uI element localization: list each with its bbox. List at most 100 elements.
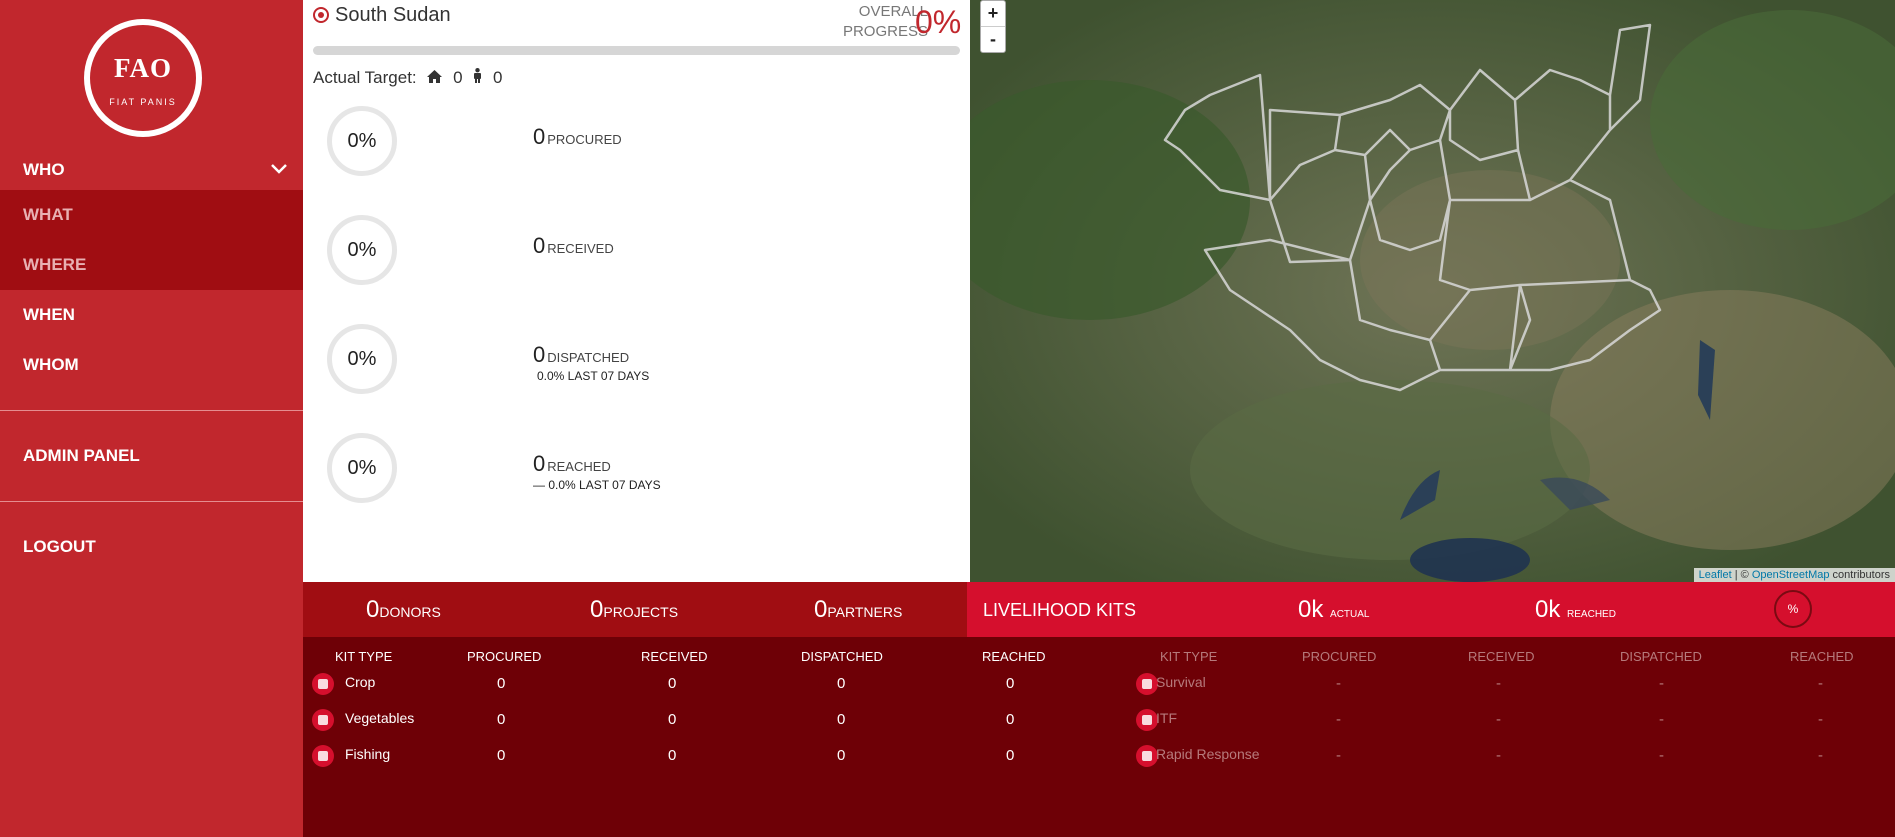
- cell-received: 0: [668, 711, 677, 728]
- cell-received: -: [1496, 711, 1501, 728]
- donors-stat: 0DONORS: [366, 596, 441, 624]
- stat-circle: 0%: [327, 433, 397, 503]
- cell-received: 0: [668, 747, 677, 764]
- cell-received: 0: [668, 675, 677, 692]
- left-header-procured: PROCURED: [467, 649, 542, 664]
- stat-number: 0: [533, 233, 546, 258]
- cell-reached: -: [1818, 675, 1823, 692]
- stat-circle: 0%: [327, 215, 397, 285]
- households-count: 0: [453, 68, 463, 87]
- sidebar: FAO FIAT PANIS WHO WHAT WHERE WHEN WHOM …: [0, 0, 303, 837]
- country-name: South Sudan: [335, 4, 451, 26]
- stat-number: 0: [533, 342, 546, 367]
- zoom-control: + -: [980, 0, 1006, 53]
- left-header-reached: REACHED: [982, 649, 1046, 664]
- totals-bar: 0DONORS 0PROJECTS 0PARTNERS: [303, 582, 967, 637]
- logo-letters: FAO: [114, 53, 172, 83]
- nav-divider: [0, 410, 303, 411]
- rapid-response-icon: [1136, 745, 1158, 767]
- nav-logout[interactable]: LOGOUT: [0, 522, 303, 572]
- right-header-procured: PROCURED: [1302, 649, 1377, 664]
- attribution-tail: contributors: [1829, 569, 1890, 581]
- stat-trend-text: 0.0% LAST 07 DAYS: [548, 478, 661, 492]
- kit-name: Fishing: [345, 746, 391, 762]
- stat-trend: 0.0% LAST 07 DAYS: [537, 369, 650, 383]
- left-header-dispatched: DISPATCHED: [801, 649, 883, 664]
- crop-icon: [312, 673, 334, 695]
- stat-trend: — 0.0% LAST 07 DAYS: [533, 478, 661, 492]
- fao-logo[interactable]: FAO FIAT PANIS: [84, 19, 202, 137]
- nav-where[interactable]: WHERE: [0, 240, 303, 290]
- cell-reached: 0: [1006, 711, 1015, 728]
- right-header-dispatched: DISPATCHED: [1620, 649, 1702, 664]
- map-attribution: Leaflet | © OpenStreetMap contributors: [1693, 568, 1895, 582]
- zoom-in-button[interactable]: +: [981, 1, 1005, 27]
- home-icon: [427, 68, 447, 87]
- cell-procured: 0: [497, 747, 506, 764]
- stat-value: 0 REACHED: [533, 451, 611, 477]
- overall-progress-bar: [313, 46, 960, 55]
- overall-progress-label: OVERALL PROGRESS: [842, 3, 928, 40]
- stat-received: 0% 0 RECEIVED: [327, 215, 927, 287]
- nav-when[interactable]: WHEN: [0, 290, 303, 340]
- livelihood-kits-title: LIVELIHOOD KITS: [983, 600, 1137, 620]
- partners-label: PARTNERS: [827, 604, 903, 620]
- kit-name: Vegetables: [345, 710, 415, 726]
- vegetables-icon: [312, 709, 334, 731]
- country-title: South Sudan: [313, 4, 451, 27]
- person-icon: [473, 68, 487, 87]
- nav-what[interactable]: WHAT: [0, 190, 303, 240]
- donors-label: DONORS: [379, 604, 441, 620]
- zoom-out-button[interactable]: -: [981, 27, 1005, 53]
- kits-reached-stat: 0k REACHED: [1535, 596, 1616, 624]
- right-header-received: RECEIVED: [1468, 649, 1535, 664]
- stat-label: PROCURED: [547, 132, 622, 147]
- stat-value: 0 PROCURED: [533, 124, 622, 150]
- actual-target: Actual Target: 0 0: [313, 68, 509, 88]
- cell-procured: 0: [497, 675, 506, 692]
- kit-name: Survival: [1156, 674, 1206, 690]
- stat-number: 0: [533, 124, 546, 149]
- projects-stat: 0PROJECTS: [590, 596, 678, 624]
- app: FAO FIAT PANIS WHO WHAT WHERE WHEN WHOM …: [0, 0, 1895, 837]
- openstreetmap-link[interactable]: OpenStreetMap: [1752, 569, 1830, 581]
- kits-reached-value: 0k: [1535, 596, 1561, 623]
- minus-icon: —: [533, 478, 545, 492]
- partners-value: 0: [814, 596, 828, 623]
- kit-name: Crop: [345, 674, 376, 690]
- cell-reached: 0: [1006, 675, 1015, 692]
- nav-who[interactable]: WHO: [0, 145, 303, 195]
- nav-whom[interactable]: WHOM: [0, 340, 303, 390]
- target-icon: [313, 7, 329, 23]
- left-header-kit-type: KIT TYPE: [335, 649, 393, 664]
- cell-reached: -: [1818, 711, 1823, 728]
- kits-actual-label: ACTUAL: [1330, 609, 1370, 620]
- leaflet-link[interactable]: Leaflet: [1699, 569, 1732, 581]
- logo-emblem: FAO FIAT PANIS: [90, 25, 196, 131]
- nav-admin-panel[interactable]: ADMIN PANEL: [0, 431, 303, 481]
- cell-procured: -: [1336, 747, 1341, 764]
- map-tiles: [970, 0, 1895, 582]
- cell-dispatched: -: [1659, 711, 1664, 728]
- survival-icon: [1136, 673, 1158, 695]
- cell-dispatched: -: [1659, 675, 1664, 692]
- left-header-received: RECEIVED: [641, 649, 708, 664]
- stat-reached: 0% 0 REACHED — 0.0% LAST 07 DAYS: [327, 433, 927, 505]
- cell-dispatched: 0: [837, 675, 846, 692]
- cell-dispatched: 0: [837, 711, 846, 728]
- cell-received: -: [1496, 675, 1501, 692]
- kit-name: ITF: [1156, 710, 1177, 726]
- people-count: 0: [493, 68, 503, 87]
- kits-reached-label: REACHED: [1567, 609, 1616, 620]
- stat-circle: 0%: [327, 106, 397, 176]
- stat-procured: 0% 0 PROCURED: [327, 106, 927, 178]
- stat-number: 0: [533, 451, 546, 476]
- satellite-map[interactable]: + - Leaflet | © OpenStreetMap contributo…: [970, 0, 1895, 582]
- chevron-down-icon: [271, 145, 287, 195]
- stat-dispatched: 0% 0 DISPATCHED 0.0% LAST 07 DAYS: [327, 324, 927, 396]
- partners-stat: 0PARTNERS: [814, 596, 902, 624]
- cell-dispatched: -: [1659, 747, 1664, 764]
- summary-panel: South Sudan OVERALL PROGRESS 0% Actual T…: [303, 0, 970, 582]
- itf-icon: [1136, 709, 1158, 731]
- kit-tables: KIT TYPE PROCURED RECEIVED DISPATCHED RE…: [303, 637, 1895, 837]
